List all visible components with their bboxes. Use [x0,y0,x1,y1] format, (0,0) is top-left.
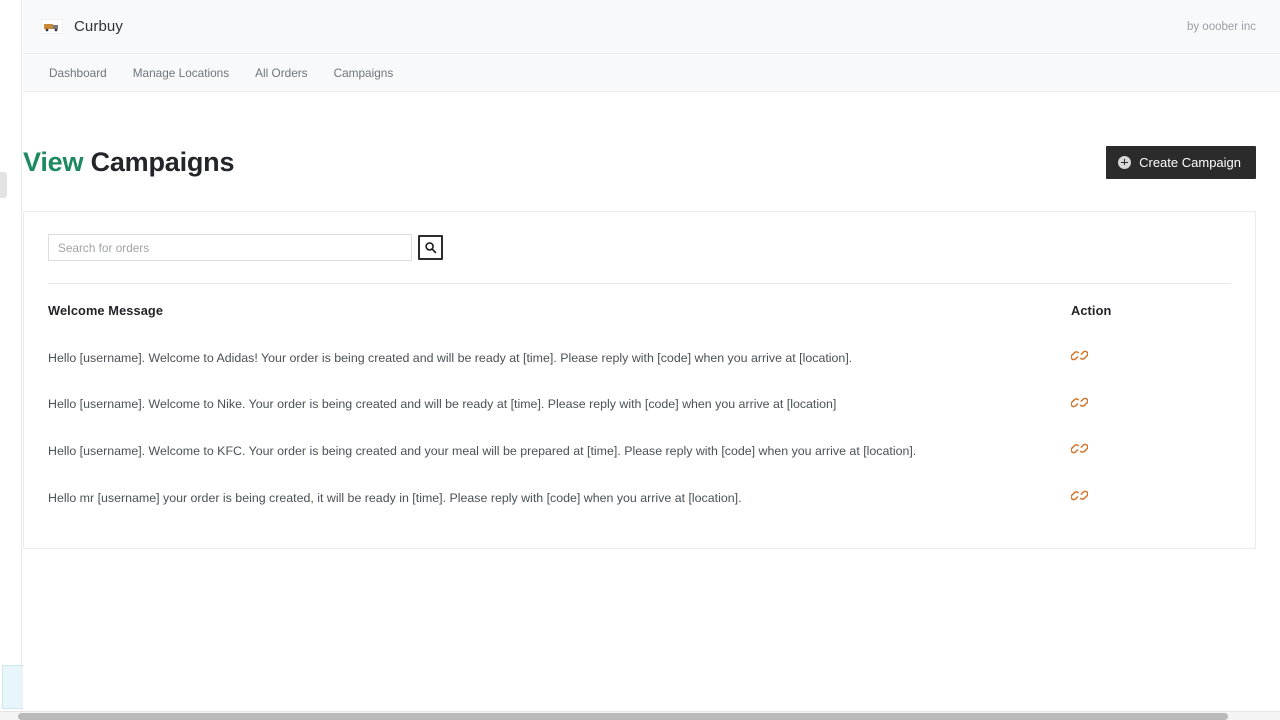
link-chain-icon[interactable] [1071,440,1088,457]
nav-item-campaigns[interactable]: Campaigns [334,63,394,83]
gutter-panel[interactable] [2,665,24,709]
brand-name: Curbuy [74,18,123,35]
page-content: Curbuy by ooober inc Dashboard Manage Lo… [23,0,1280,711]
brand[interactable]: Curbuy [41,18,123,35]
horizontal-scrollbar[interactable] [0,711,1280,720]
plus-circle-icon [1118,155,1132,169]
main-nav: Dashboard Manage Locations All Orders Ca… [23,54,1280,92]
nav-item-manage-locations[interactable]: Manage Locations [133,63,229,83]
nav-item-all-orders[interactable]: All Orders [255,63,307,83]
row-action-cell [1071,428,1231,475]
link-chain-icon[interactable] [1071,487,1088,504]
link-chain-icon[interactable] [1071,394,1088,411]
table-row: Hello [username]. Welcome to KFC. Your o… [48,428,1231,475]
campaigns-table: Welcome Message Action Hello [username].… [48,284,1231,522]
left-gutter [0,0,24,712]
browser-viewport: Curbuy by ooober inc Dashboard Manage Lo… [0,0,1280,720]
page-header: View Campaigns Create Campaign [23,92,1280,188]
row-action-cell [1071,335,1231,382]
curbuy-logo-icon [41,19,63,34]
table-header-row: Welcome Message Action [48,284,1231,335]
message-text: Hello [username]. Welcome to Nike. Your … [48,397,837,412]
message-text: Hello [username]. Welcome to KFC. Your o… [48,443,917,458]
link-chain-icon[interactable] [1071,347,1088,364]
gutter-handle[interactable] [0,172,7,198]
search-input[interactable] [48,234,412,261]
brand-credit: by ooober inc [1186,20,1256,33]
table-row: Hello mr [username] your order is being … [48,475,1231,522]
scrollbar-thumb[interactable] [18,713,1228,720]
campaigns-card: Welcome Message Action Hello [username].… [23,211,1256,549]
row-action-cell [1071,475,1231,522]
column-header-action: Action [1071,303,1112,318]
search-button[interactable] [418,235,443,260]
create-campaign-button[interactable]: Create Campaign [1106,145,1256,179]
page-title: View Campaigns [23,147,234,178]
table-row: Hello [username]. Welcome to Adidas! You… [48,335,1231,382]
row-action-cell [1071,382,1231,429]
search-icon [424,241,437,254]
table-head: Welcome Message Action [48,284,1231,335]
page-title-accent: View [23,146,84,177]
message-text: Hello mr [username] your order is being … [48,490,742,505]
search-row [48,234,1231,261]
brand-bar: Curbuy by ooober inc [23,0,1280,54]
message-text: Hello [username]. Welcome to Adidas! You… [48,350,853,365]
page-title-plain: Campaigns [90,146,235,177]
table-body: Hello [username]. Welcome to Adidas! You… [48,335,1231,522]
table-row: Hello [username]. Welcome to Nike. Your … [48,382,1231,429]
column-header-welcome-message: Welcome Message [48,303,164,318]
create-campaign-label: Create Campaign [1139,154,1241,170]
nav-item-dashboard[interactable]: Dashboard [49,63,107,83]
